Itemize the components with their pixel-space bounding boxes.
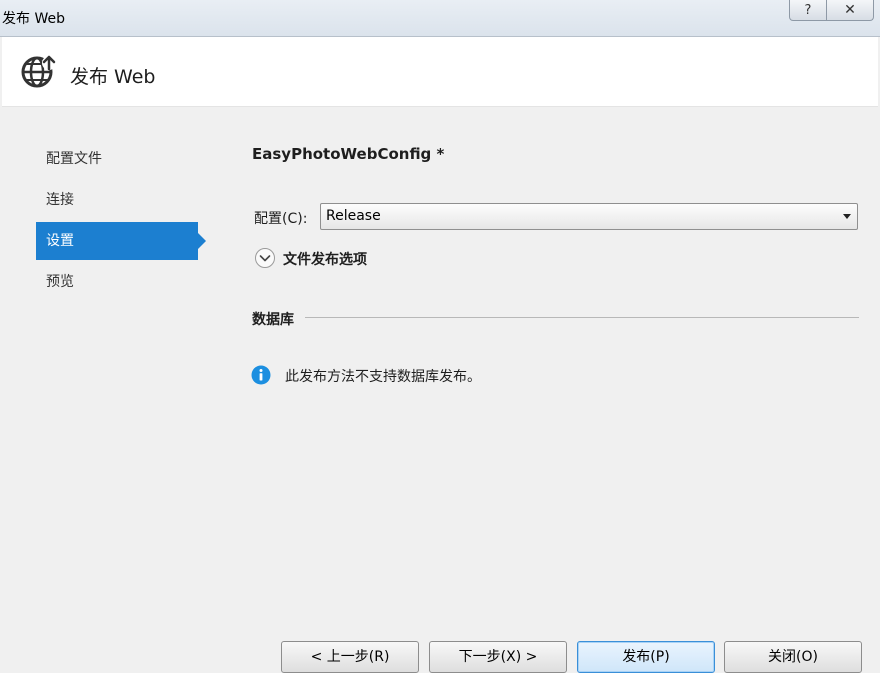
info-message: 此发布方法不支持数据库发布。 [285, 369, 481, 385]
config-select[interactable]: Release [320, 203, 858, 230]
chevron-down-icon[interactable] [254, 247, 276, 269]
next-button[interactable]: 下一步(X) > [429, 641, 567, 673]
dropdown-arrow-icon [843, 214, 851, 219]
section-divider [305, 317, 859, 318]
database-section-title: 数据库 [252, 312, 294, 328]
nav-item-profile[interactable]: 配置文件 [36, 140, 206, 178]
dialog-title: 发布 Web [70, 66, 156, 88]
wizard-nav: 配置文件 连接 设置 预览 [36, 140, 206, 304]
nav-item-preview[interactable]: 预览 [36, 263, 206, 301]
nav-item-connection[interactable]: 连接 [36, 181, 206, 219]
globe-publish-icon [21, 55, 56, 88]
previous-button[interactable]: < 上一步(R) [281, 641, 419, 673]
window-title: 发布 Web [2, 11, 65, 27]
info-icon [251, 365, 271, 385]
dialog-header: 发布 Web [2, 37, 878, 107]
close-button[interactable]: 关闭(O) [724, 641, 862, 673]
nav-item-settings[interactable]: 设置 [36, 222, 206, 260]
file-publish-options-toggle[interactable]: 文件发布选项 [283, 249, 367, 269]
config-select-value: Release [326, 208, 381, 224]
publish-button[interactable]: 发布(P) [577, 641, 715, 673]
help-button[interactable]: ? [789, 0, 827, 21]
profile-title: EasyPhotoWebConfig * [252, 145, 445, 163]
config-label: 配置(C): [254, 211, 308, 227]
title-buttons: ? ✕ [789, 0, 874, 21]
title-bar: 发布 Web ? ✕ [0, 0, 880, 37]
close-window-button[interactable]: ✕ [827, 0, 874, 21]
